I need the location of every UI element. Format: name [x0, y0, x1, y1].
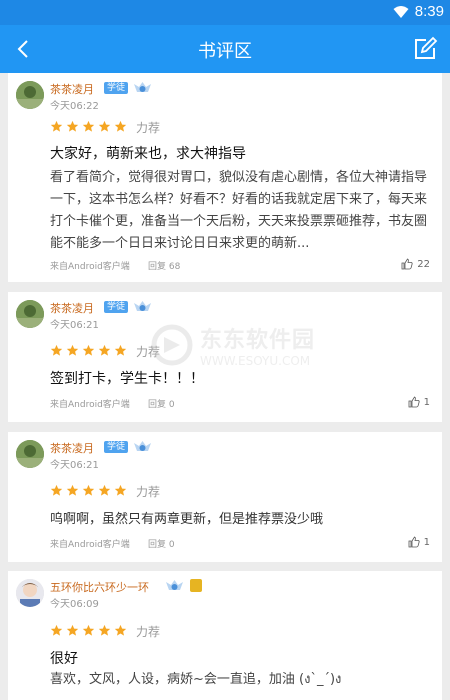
watermark-logo-icon — [151, 324, 193, 366]
level-badge: 学徒 — [104, 441, 129, 453]
star-icon — [82, 120, 95, 132]
wifi-icon — [393, 5, 409, 18]
medal-icon — [166, 580, 183, 590]
thumbs-up-icon — [408, 536, 420, 548]
star-icon — [50, 120, 63, 132]
avatar[interactable] — [16, 440, 44, 468]
like-button[interactable]: 1 — [408, 396, 430, 408]
level-badge: 学徒 — [104, 82, 129, 94]
username[interactable]: 五环你比六环少一环 — [50, 579, 149, 595]
recommend-label: 力荐 — [136, 485, 161, 499]
like-count: 1 — [423, 396, 430, 408]
like-count: 22 — [417, 258, 430, 270]
username[interactable]: 茶茶凌月 — [50, 440, 94, 456]
star-icon — [50, 624, 63, 636]
username[interactable]: 茶茶凌月 — [50, 300, 94, 316]
star-icon — [50, 484, 63, 496]
star-icon — [66, 484, 79, 496]
reply-count[interactable]: 回复 0 — [148, 397, 175, 410]
star-icon — [82, 624, 95, 636]
star-icon — [66, 624, 79, 636]
vip-badge-icon — [190, 579, 202, 592]
post-time: 今天06:21 — [50, 460, 99, 471]
app-bar: 书评区 — [0, 25, 450, 73]
edit-icon[interactable] — [412, 36, 438, 62]
rating-stars — [50, 484, 127, 497]
post-title[interactable]: 大家好，萌新来也，求大神指导 — [50, 143, 246, 163]
post-source: 来自Android客户端 — [50, 400, 130, 410]
reply-count[interactable]: 回复 68 — [148, 259, 180, 272]
star-icon — [114, 344, 127, 356]
watermark-text: 东东软件园 — [200, 328, 316, 353]
avatar[interactable] — [16, 579, 44, 607]
post-body[interactable]: 喜欢，文风，人设，病娇~会一直追，加油 (งˋ_ˊ)ง — [50, 669, 435, 691]
watermark-url: WWW.ESOYU.COM — [200, 354, 311, 368]
post-time: 今天06:21 — [50, 320, 99, 331]
post-title[interactable]: 签到打卡，学生卡！！！ — [50, 368, 204, 388]
review-list: 茶茶凌月 学徒 今天06:22 力荐 大家好，萌新来也，求大神指导 看了看简介，… — [0, 73, 450, 700]
status-bar: 8:39 — [0, 0, 450, 25]
review-card[interactable]: 五环你比六环少一环 今天06:09 力荐 很好 喜欢，文风，人设，病娇~会一直追… — [8, 571, 442, 700]
rating-stars — [50, 344, 127, 357]
thumbs-up-icon — [408, 396, 420, 408]
medal-icon — [134, 441, 151, 451]
status-time: 8:39 — [414, 3, 444, 20]
star-icon — [114, 484, 127, 496]
post-time: 今天06:22 — [50, 101, 99, 112]
star-icon — [66, 344, 79, 356]
level-badge: 学徒 — [104, 301, 129, 313]
star-icon — [98, 624, 111, 636]
star-icon — [50, 344, 63, 356]
rating-stars — [50, 624, 127, 637]
post-title[interactable]: 很好 — [50, 648, 78, 668]
rating-stars — [50, 120, 127, 133]
avatar[interactable] — [16, 81, 44, 109]
star-icon — [82, 344, 95, 356]
star-icon — [66, 120, 79, 132]
thumbs-up-icon — [401, 258, 413, 270]
like-count: 1 — [423, 536, 430, 548]
post-body[interactable]: 看了看简介，觉得很对胃口，貌似没有虐心剧情，各位大神请指导一下，这本书怎么样？好… — [50, 167, 435, 255]
review-card[interactable]: 茶茶凌月 学徒 今天06:22 力荐 大家好，萌新来也，求大神指导 看了看简介，… — [8, 73, 442, 282]
avatar[interactable] — [16, 300, 44, 328]
post-source: 来自Android客户端 — [50, 262, 130, 272]
page-title: 书评区 — [198, 41, 252, 62]
star-icon — [114, 120, 127, 132]
medal-icon — [134, 301, 151, 311]
star-icon — [98, 484, 111, 496]
post-source: 来自Android客户端 — [50, 540, 130, 550]
like-button[interactable]: 1 — [408, 536, 430, 548]
star-icon — [82, 484, 95, 496]
recommend-label: 力荐 — [136, 121, 161, 135]
like-button[interactable]: 22 — [401, 258, 430, 270]
star-icon — [98, 120, 111, 132]
review-card[interactable]: 茶茶凌月 学徒 今天06:21 力荐 呜啊啊，虽然只有两章更新，但是推荐票没少哦… — [8, 432, 442, 562]
username[interactable]: 茶茶凌月 — [50, 81, 94, 97]
watermark: 东东软件园 WWW.ESOYU.COM — [150, 322, 315, 368]
medal-icon — [134, 82, 151, 92]
recommend-label: 力荐 — [136, 625, 161, 639]
post-time: 今天06:09 — [50, 599, 99, 610]
reply-count[interactable]: 回复 0 — [148, 537, 175, 550]
star-icon — [98, 344, 111, 356]
star-icon — [114, 624, 127, 636]
post-title[interactable]: 呜啊啊，虽然只有两章更新，但是推荐票没少哦 — [50, 508, 323, 527]
